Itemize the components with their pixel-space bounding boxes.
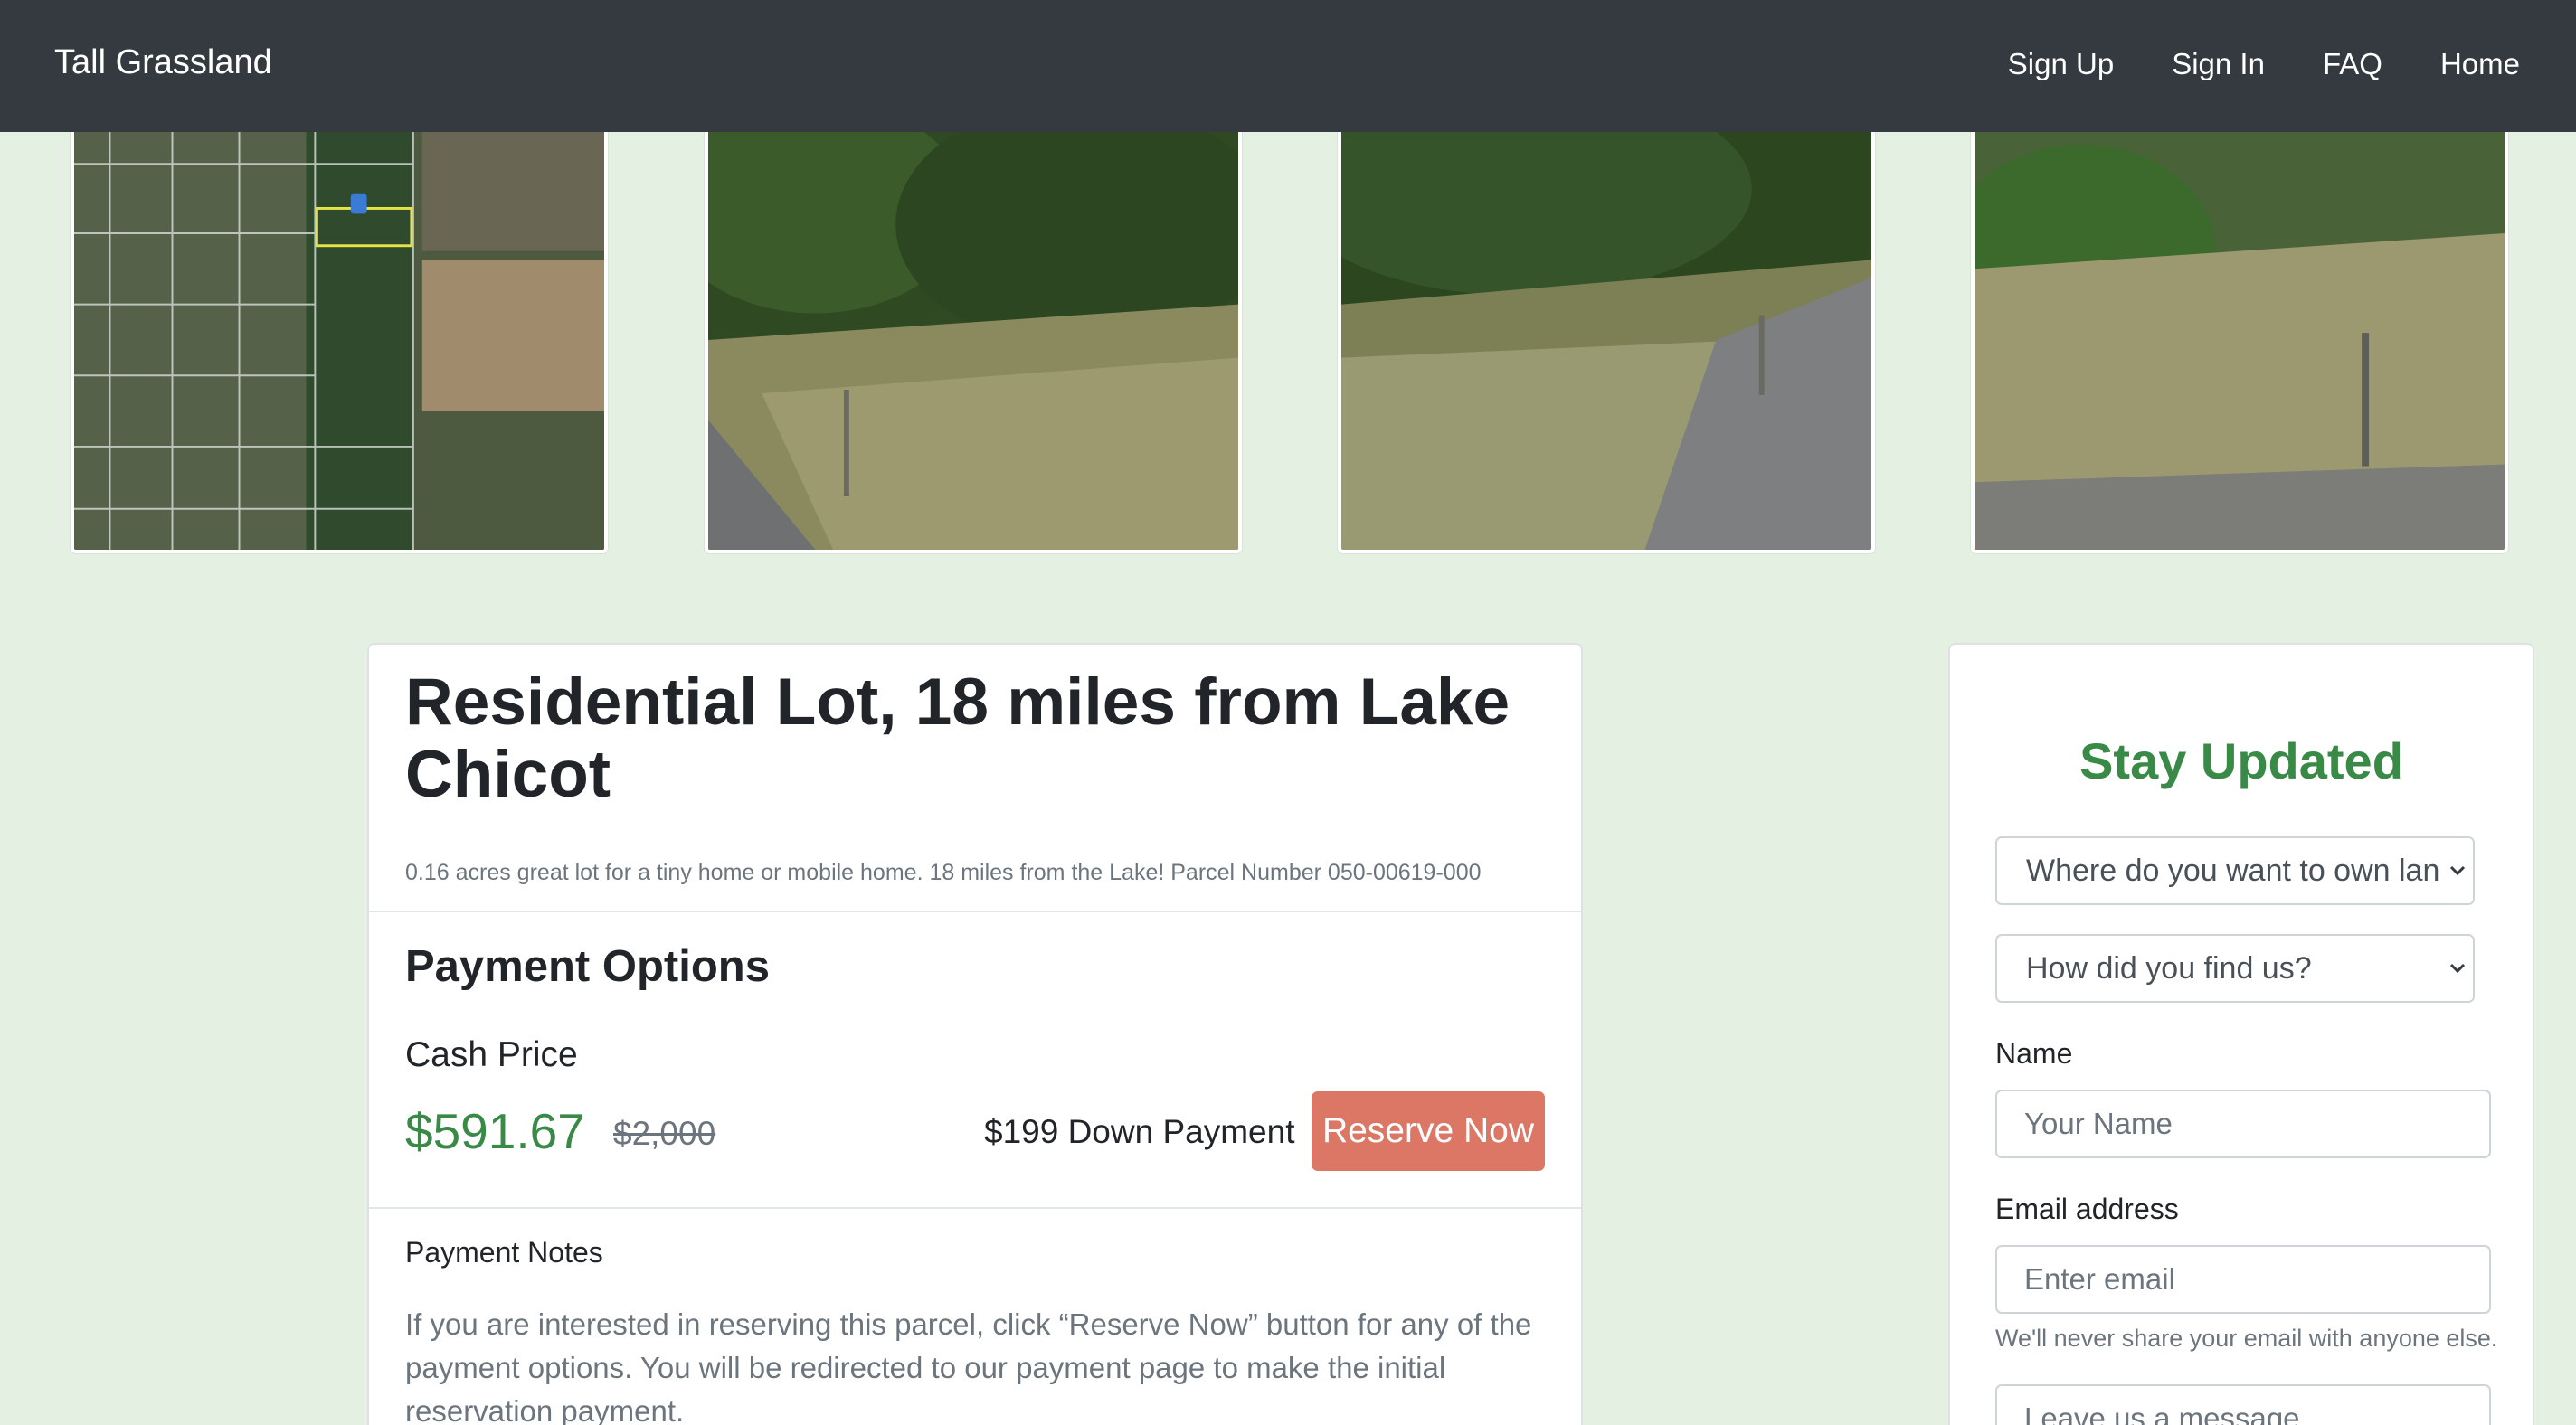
nav-links: Sign Up Sign In FAQ Home [1950,47,2520,81]
name-label: Name [1995,1037,2073,1070]
email-field[interactable] [1995,1245,2491,1314]
listing-title: Residential Lot, 18 miles from Lake Chic… [405,665,1511,811]
chevron-down-icon [2442,838,2473,903]
payment-notes-text: If you are interested in reserving this … [405,1307,1532,1425]
street-view-image [1341,127,1871,550]
street-view-photo-1[interactable] [705,123,1242,553]
street-view-photo-3[interactable] [1971,123,2508,553]
chevron-down-icon [2442,936,2473,1001]
source-select-value: How did you find us? [2026,951,2312,986]
nav-sign-in[interactable]: Sign In [2172,47,2265,81]
street-view-image [708,127,1238,550]
payment-options-heading: Payment Options [405,942,770,991]
source-select[interactable]: How did you find us? [1995,934,2475,1003]
email-label: Email address [1995,1193,2179,1225]
reserve-now-button[interactable]: Reserve Now [1312,1091,1545,1171]
cash-price-label: Cash Price [405,1035,578,1074]
payment-notes-label: Payment Notes [405,1236,603,1269]
cash-price-value: $591.67 [405,1103,585,1159]
stay-updated-card: Stay Updated Where do you want to own la… [1948,643,2534,1425]
stay-updated-title: Stay Updated [2079,732,2403,789]
street-view-photo-2[interactable] [1338,123,1875,553]
listing-card: Residential Lot, 18 miles from Lake Chic… [367,643,1583,1425]
name-field[interactable] [1995,1090,2491,1158]
listing-description: 0.16 acres great lot for a tiny home or … [405,860,1482,885]
street-view-image [1975,127,2505,550]
nav-faq[interactable]: FAQ [2323,47,2382,81]
message-field[interactable] [1995,1384,2491,1425]
email-help-text: We'll never share your email with anyone… [1995,1325,2498,1352]
location-select[interactable]: Where do you want to own lan [1995,836,2475,905]
aerial-map-image [74,127,604,550]
brand-link[interactable]: Tall Grassland [54,43,272,82]
parcel-map-photo[interactable] [71,123,608,553]
location-select-value: Where do you want to own lan [2026,854,2440,888]
section-divider [369,1207,1581,1209]
down-payment-text: $199 Down Payment [984,1113,1295,1150]
nav-sign-up[interactable]: Sign Up [2008,47,2114,81]
section-divider [369,911,1581,912]
nav-home[interactable]: Home [2440,47,2520,81]
navbar: Tall Grassland Sign Up Sign In FAQ Home [0,0,2576,132]
original-price: $2,000 [613,1115,716,1152]
